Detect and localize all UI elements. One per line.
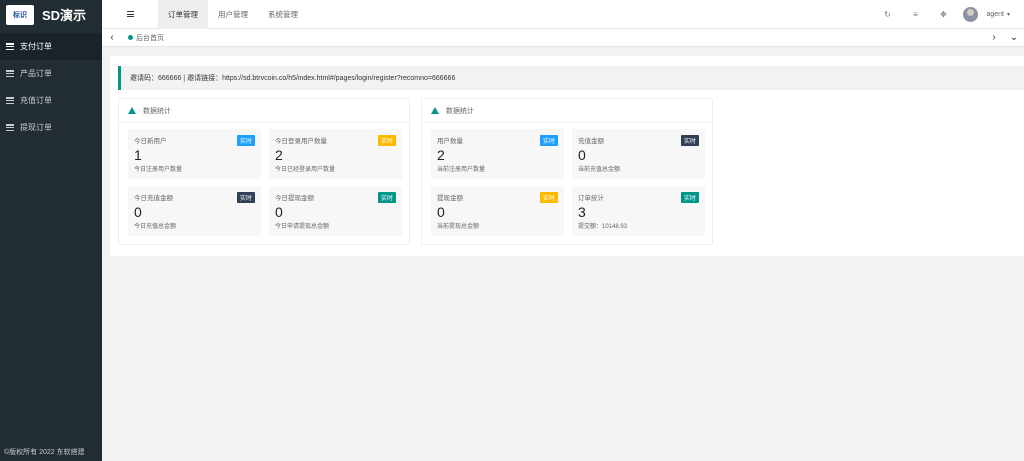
clear-cache-icon[interactable]: ≡ [901, 0, 929, 29]
username: agent [986, 10, 1004, 18]
stat-description: 今日已经登录用户数量 [275, 167, 336, 173]
sidebar-item-label: 提现订单 [20, 123, 52, 132]
stat-value: 1 [134, 147, 142, 163]
caret-down-icon: ▾ [1006, 11, 1010, 18]
logo-badge: 标识 [13, 11, 27, 19]
fullscreen-icon[interactable]: ✥ [929, 0, 957, 29]
stat-card: 今日新用户 实时 1 今日注册用户数量 [128, 129, 261, 179]
sidebar-item-product-orders[interactable]: 产品订单 [0, 60, 102, 87]
avatar [963, 6, 979, 22]
page-tabs-bar: ‹ 后台首页 › ⌄ [102, 29, 1024, 47]
panel-title-text: 数据统计 [446, 107, 474, 115]
panel-title: 数据统计 [422, 99, 712, 123]
realtime-badge: 实时 [680, 135, 699, 146]
user-menu[interactable]: agent ▾ [957, 6, 1024, 22]
sidebar-item-recharge-orders[interactable]: 充值订单 [0, 87, 102, 114]
stat-card: 今日提现金额 实时 0 今日申请提现总金额 [269, 186, 402, 236]
stats-panel-today: 数据统计 今日新用户 实时 1 今日注册用户数量 今日登录用户数量 实时 2 今… [118, 98, 410, 245]
active-dot-icon [128, 35, 133, 40]
stat-value: 3 [578, 204, 586, 220]
list-icon [6, 43, 14, 50]
stat-card: 今日登录用户数量 实时 2 今日已经登录用户数量 [269, 129, 402, 179]
stat-description: 提交额：10148.93 [578, 224, 628, 230]
stat-value: 2 [437, 147, 445, 163]
stat-description: 今日注册用户数量 [134, 167, 183, 173]
panel-title: 数据统计 [119, 99, 409, 123]
top-bar: 订单管理 用户管理 系统管理 ↻ ≡ ✥ agent ▾ [102, 0, 1024, 29]
tab-controls: › ⌄ [984, 29, 1024, 47]
stat-value: 0 [134, 204, 142, 220]
sidebar-item-label: 产品订单 [20, 69, 52, 78]
realtime-badge: 实时 [236, 135, 255, 146]
sidebar-menu: 支付订单 产品订单 充值订单 提现订单 [0, 33, 102, 141]
realtime-badge: 实时 [539, 192, 558, 203]
warning-icon [128, 107, 136, 114]
stat-card: 订单统计 实时 3 提交额：10148.93 [572, 186, 705, 236]
stat-description: 今日申请提现总金额 [275, 224, 330, 230]
stat-description: 当前充值总金额 [578, 167, 621, 173]
stat-value: 2 [275, 147, 283, 163]
tab-system-management[interactable]: 系统管理 [258, 0, 308, 29]
logo-image: 标识 [6, 4, 34, 25]
stat-value: 0 [437, 204, 445, 220]
chevron-left-icon[interactable]: ‹ [102, 29, 122, 47]
stat-value: 0 [275, 204, 283, 220]
copyright-footer: ©版权所有 2022 东软搭建 [4, 449, 85, 456]
sidebar-item-label: 充值订单 [20, 96, 52, 105]
stat-value: 0 [578, 147, 586, 163]
stat-card: 今日充值金额 实时 0 今日充值总金额 [128, 186, 261, 236]
stat-description: 今日充值总金额 [134, 224, 177, 230]
stat-card: 用户数量 实时 2 当前注册用户数量 [431, 129, 564, 179]
realtime-badge: 实时 [236, 192, 255, 203]
sidebar-item-label: 支付订单 [20, 42, 52, 51]
invite-notice: 邀请码：666666 | 邀请链接：https://sd.btrvcoin.co… [118, 66, 1024, 90]
list-icon [6, 124, 14, 131]
stats-panel-total: 数据统计 用户数量 实时 2 当前注册用户数量 充值金额 实时 0 当前充值总金… [421, 98, 713, 245]
chevron-right-icon[interactable]: › [984, 29, 1004, 47]
tab-home[interactable]: 后台首页 [128, 33, 164, 43]
list-icon [6, 70, 14, 77]
panel-title-text: 数据统计 [143, 107, 171, 115]
logo[interactable]: 标识 SD演示 [0, 0, 102, 29]
realtime-badge: 实时 [377, 135, 396, 146]
realtime-badge: 实时 [680, 192, 699, 203]
sidebar-item-withdraw-orders[interactable]: 提现订单 [0, 114, 102, 141]
menu-toggle-button[interactable] [102, 0, 158, 29]
top-right-tools: ↻ ≡ ✥ agent ▾ [873, 0, 1024, 29]
realtime-badge: 实时 [377, 192, 396, 203]
stat-description: 当前注册用户数量 [437, 167, 486, 173]
list-icon [6, 97, 14, 104]
sidebar-item-payment-orders[interactable]: 支付订单 [0, 33, 102, 60]
hamburger-icon [126, 11, 134, 17]
app-title: SD演示 [42, 8, 87, 23]
sidebar: 标识 SD演示 支付订单 产品订单 充值订单 提现订单 ©版权所有 2022 东… [0, 0, 102, 461]
warning-icon [431, 107, 439, 114]
tab-user-management[interactable]: 用户管理 [208, 0, 258, 29]
tab-order-management[interactable]: 订单管理 [158, 0, 208, 29]
realtime-badge: 实时 [539, 135, 558, 146]
chevron-down-icon[interactable]: ⌄ [1004, 29, 1024, 47]
stat-card: 提现金额 实时 0 当前提现总金额 [431, 186, 564, 236]
refresh-icon[interactable]: ↻ [873, 0, 901, 29]
tab-home-label: 后台首页 [136, 34, 164, 42]
stat-card: 充值金额 实时 0 当前充值总金额 [572, 129, 705, 179]
stat-description: 当前提现总金额 [437, 224, 480, 230]
main-content: 邀请码：666666 | 邀请链接：https://sd.btrvcoin.co… [110, 56, 1024, 256]
